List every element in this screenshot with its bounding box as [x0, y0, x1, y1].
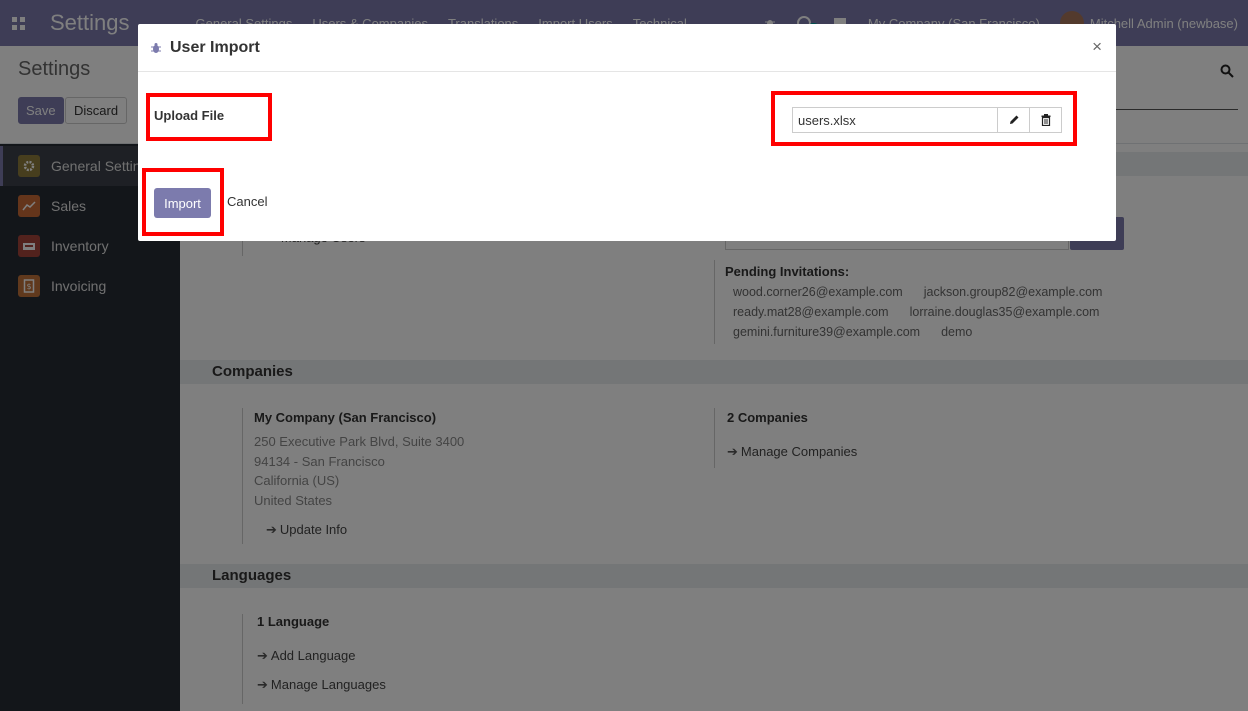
pencil-icon	[1009, 115, 1018, 124]
bug-icon	[151, 42, 161, 53]
user-import-dialog: User Import × Upload File Import Cancel	[138, 24, 1116, 241]
delete-file-button[interactable]	[1030, 107, 1062, 133]
dialog-title: User Import	[170, 38, 260, 56]
cancel-button[interactable]: Cancel	[227, 194, 267, 209]
edit-file-button[interactable]	[998, 107, 1030, 133]
upload-file-label: Upload File	[154, 108, 225, 123]
file-name-field[interactable]	[792, 107, 998, 133]
file-upload-widget	[792, 107, 1062, 133]
import-button[interactable]: Import	[154, 188, 211, 218]
close-icon[interactable]: ×	[1092, 37, 1102, 57]
dialog-header: User Import ×	[138, 24, 1116, 72]
trash-icon	[1041, 114, 1050, 126]
